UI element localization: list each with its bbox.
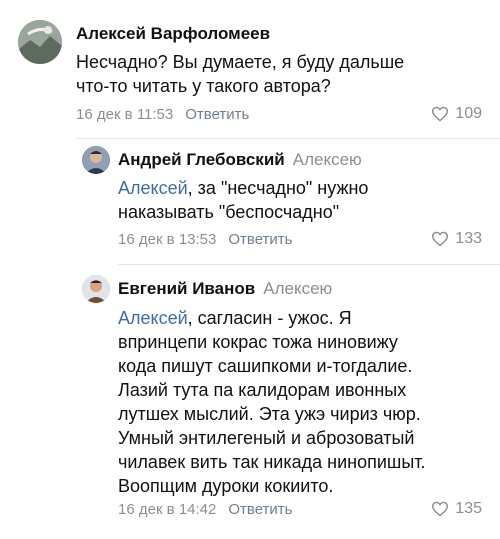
comment-timestamp[interactable]: 16 дек в 14:42 [118,501,216,518]
like-count: 135 [455,500,482,517]
heart-icon [432,501,449,517]
like-button[interactable]: 135 [431,500,482,518]
mention-link[interactable]: Алексей [118,308,188,328]
comment-3: Евгений Иванов Алексею Алексей, сагласин … [0,0,500,539]
avatar-image-icon [82,275,110,303]
avatar[interactable] [82,275,110,303]
reply-button[interactable]: Ответить [228,501,292,518]
comment-author[interactable]: Евгений Иванов Алексею [118,279,332,299]
comment-meta: 16 дек в 14:42 Ответить [118,501,292,518]
reply-to-label[interactable]: Алексею [263,279,332,298]
comment-text: Алексей, сагласин - ужос. Я впринцепи ко… [118,308,426,496]
